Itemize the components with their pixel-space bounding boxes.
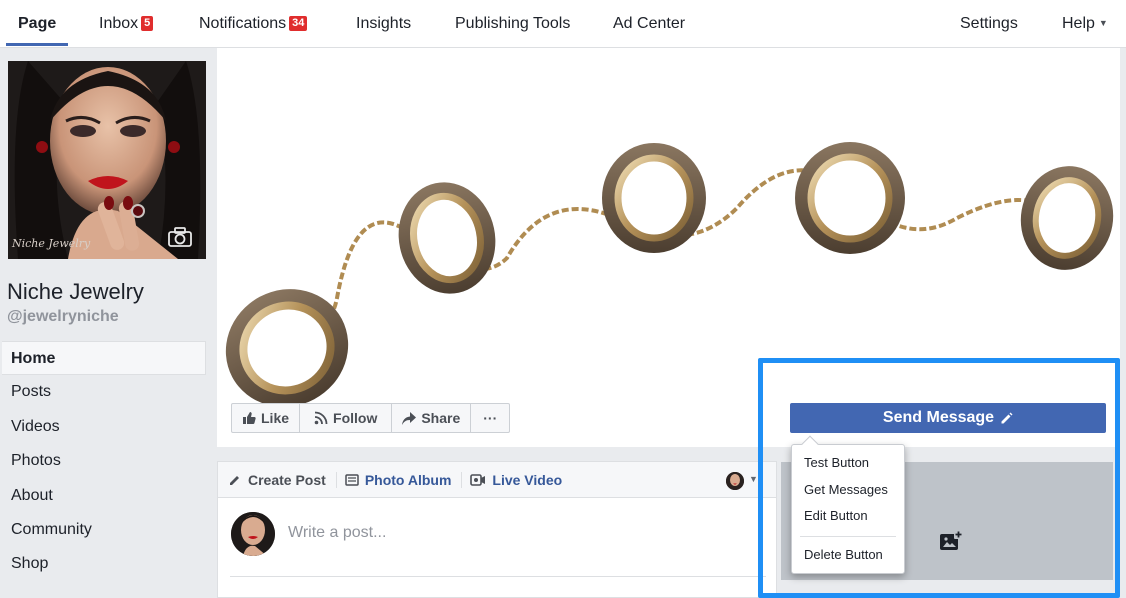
- tab-page[interactable]: Page: [18, 15, 56, 33]
- sidebar-item-shop[interactable]: Shop: [0, 547, 206, 581]
- tab-notifications[interactable]: Notifications 34: [199, 15, 308, 33]
- sidebar-item-about[interactable]: About: [0, 479, 206, 513]
- like-label: Like: [261, 410, 290, 426]
- page-sidebar-nav: Home Posts Videos Photos About Community…: [0, 341, 206, 582]
- page-action-bar: Like Follow Share ···: [231, 403, 511, 433]
- rss-icon: [314, 411, 328, 425]
- write-post-input[interactable]: Write a post...: [288, 524, 386, 542]
- composer-avatar-image: [231, 512, 275, 556]
- active-tab-indicator: [6, 43, 68, 46]
- album-icon: [345, 473, 359, 486]
- post-as-caret-icon[interactable]: ▼: [749, 474, 758, 484]
- pencil-icon: [230, 475, 239, 485]
- photo-album-label: Photo Album: [364, 471, 452, 488]
- tab-inbox-label: Inbox: [99, 15, 139, 32]
- help-caret-icon: ▼: [1098, 18, 1108, 28]
- tab-notifications-label: Notifications: [199, 15, 287, 32]
- tab-ad-center[interactable]: Ad Center: [613, 15, 685, 33]
- follow-button[interactable]: Follow: [300, 404, 393, 432]
- page-top-nav: Page Inbox 5 Notifications 34 Insights Pub…: [0, 0, 1126, 48]
- tab-inbox[interactable]: Inbox 5: [99, 15, 154, 33]
- annotation-highlight-box: [758, 358, 1120, 598]
- tab-publishing-tools[interactable]: Publishing Tools: [455, 15, 570, 33]
- like-button[interactable]: Like: [232, 404, 301, 432]
- share-label: Share: [421, 410, 461, 426]
- composer-tabs: Create Post Photo Album Live Video: [218, 462, 776, 498]
- post-as-avatar-image: [726, 472, 744, 490]
- sidebar-item-photos[interactable]: Photos: [0, 444, 206, 478]
- share-arrow-icon: [402, 411, 417, 425]
- composer-divider: [230, 576, 766, 577]
- sidebar-item-posts[interactable]: Posts: [0, 375, 206, 409]
- tab-page-label: Page: [18, 15, 57, 32]
- post-composer: Create Post Photo Album Live Video ▼ Wri…: [217, 461, 777, 598]
- sidebar-item-home[interactable]: Home: [2, 341, 206, 376]
- live-video-label: Live Video: [492, 471, 563, 488]
- follow-label: Follow: [333, 410, 378, 426]
- more-options-icon: ···: [483, 410, 498, 426]
- page-name: Niche Jewelry: [7, 279, 144, 304]
- photo-album-tab[interactable]: Photo Album: [345, 471, 463, 488]
- sidebar-item-community[interactable]: Community: [0, 513, 206, 547]
- video-camera-icon: [470, 473, 486, 486]
- tab-help-label: Help: [1062, 15, 1095, 32]
- page-handle[interactable]: @jewelryniche: [7, 308, 119, 326]
- live-video-tab[interactable]: Live Video: [470, 472, 572, 488]
- post-as-avatar[interactable]: [726, 472, 744, 490]
- profile-picture[interactable]: Niche Jewelry: [8, 61, 206, 259]
- thumbs-up-icon: [243, 412, 256, 424]
- camera-icon[interactable]: [168, 227, 192, 247]
- sidebar-item-videos[interactable]: Videos: [0, 410, 206, 444]
- composer-avatar: [231, 512, 275, 556]
- more-options-button[interactable]: ···: [471, 404, 509, 432]
- profile-logo-text: Niche Jewelry: [12, 237, 91, 250]
- tab-insights[interactable]: Insights: [356, 15, 411, 33]
- tab-settings[interactable]: Settings: [960, 15, 1018, 33]
- inbox-badge: 5: [141, 16, 154, 31]
- share-button[interactable]: Share: [392, 404, 472, 432]
- create-post-label: Create Post: [248, 471, 326, 488]
- notifications-badge: 34: [289, 16, 308, 31]
- tab-help[interactable]: Help ▼: [1062, 15, 1108, 33]
- create-post-tab[interactable]: Create Post: [228, 471, 337, 488]
